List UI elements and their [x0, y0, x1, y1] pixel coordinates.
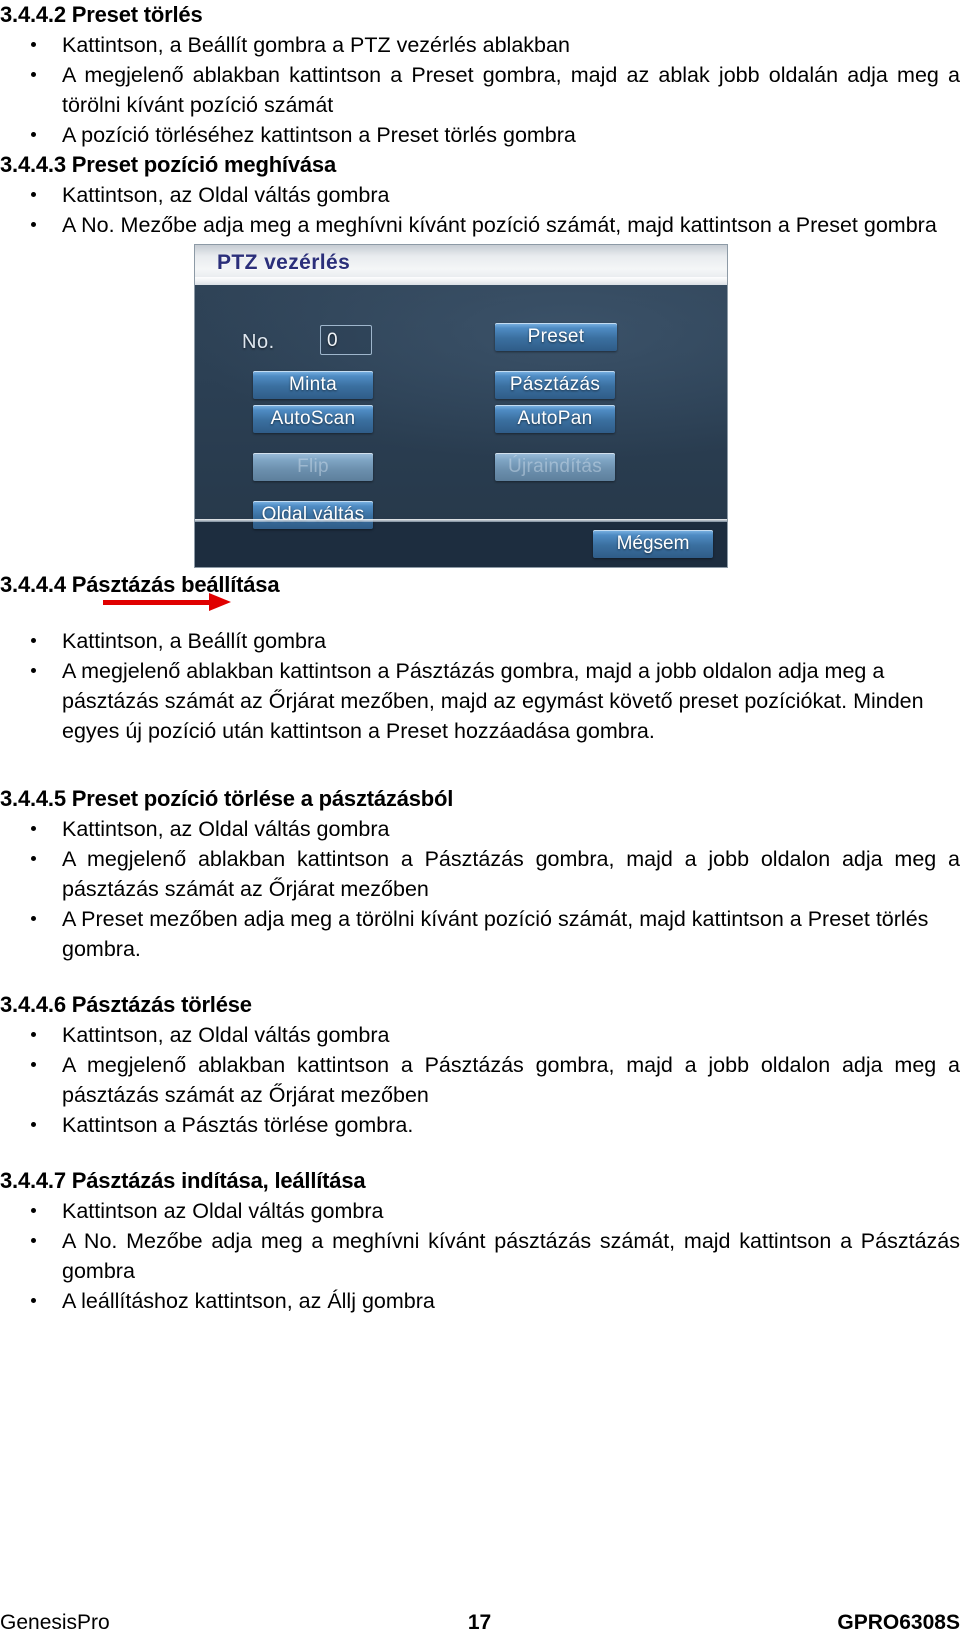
arrow-head [209, 593, 231, 611]
arrow-shaft [103, 600, 211, 605]
autopan-button[interactable]: AutoPan [495, 405, 615, 433]
bullet-dot-icon [31, 638, 36, 643]
list-item-text: Kattintson, a Beállít gombra a PTZ vezér… [62, 33, 570, 57]
list-item-text: A leállításhoz kattintson, az Állj gombr… [62, 1289, 435, 1313]
list-item: A pozíció törléséhez kattintson a Preset… [0, 120, 960, 150]
bullet-dot-icon [31, 668, 36, 673]
autoscan-button[interactable]: AutoScan [253, 405, 373, 433]
list-item-text: A megjelenő ablakban kattintson a Pásztá… [62, 659, 924, 743]
bullet-dot-icon [31, 72, 36, 77]
list-item: Kattintson a Pásztás törlése gombra. [0, 1110, 960, 1140]
section-heading-3-4-4-6: 3.4.4.6 Pásztázás törlése [0, 992, 252, 1017]
list-item: Kattintson, az Oldal váltás gombra [0, 180, 960, 210]
list-item-text: A No. Mezőbe adja meg a meghívni kívánt … [62, 1229, 960, 1283]
list-item-text: Kattintson a Pásztás törlése gombra. [62, 1113, 414, 1137]
footer-left-text: GenesisPro [0, 1611, 110, 1634]
page-footer: GenesisPro 17 GPRO6308S [0, 1611, 960, 1635]
pasztazas-button[interactable]: Pásztázás [495, 371, 615, 399]
list-item-text: Kattintson, az Oldal váltás gombra [62, 1023, 390, 1047]
bullet-dot-icon [31, 1062, 36, 1067]
bullet-list-3-4-4-3: Kattintson, az Oldal váltás gombra A No.… [0, 180, 960, 240]
bullet-dot-icon [31, 42, 36, 47]
bullet-dot-icon [31, 132, 36, 137]
bullet-list-3-4-4-7: Kattintson az Oldal váltás gombra A No. … [0, 1196, 960, 1316]
bullet-dot-icon [31, 1208, 36, 1213]
list-item: A megjelenő ablakban kattintson a Pásztá… [0, 1050, 960, 1110]
list-item: Kattintson, az Oldal váltás gombra [0, 1020, 960, 1050]
list-item: Kattintson, a Beállít gombra a PTZ vezér… [0, 30, 960, 60]
list-item-text: A No. Mezőbe adja meg a meghívni kívánt … [62, 213, 937, 237]
list-item: A megjelenő ablakban kattintson a Preset… [0, 60, 960, 120]
bullet-dot-icon [31, 916, 36, 921]
list-item: A leállításhoz kattintson, az Állj gombr… [0, 1286, 960, 1316]
list-item: Kattintson az Oldal váltás gombra [0, 1196, 960, 1226]
titlebar-sheen [195, 277, 727, 285]
list-item: A No. Mezőbe adja meg a meghívni kívánt … [0, 210, 960, 240]
list-item: A Preset mezőben adja meg a törölni kívá… [0, 904, 960, 964]
flip-button: Flip [253, 453, 373, 481]
bullet-dot-icon [31, 826, 36, 831]
bullet-dot-icon [31, 1122, 36, 1127]
section-heading-3-4-4-3: 3.4.4.3 Preset pozíció meghívása [0, 152, 336, 177]
figure-ptz-control-dialog: PTZ vezérlés No. 0 Preset Minta Pásztázá… [0, 240, 960, 611]
bullet-dot-icon [31, 222, 36, 227]
ujrainditas-button: Újraindítás [495, 453, 615, 481]
list-item-text: A Preset mezőben adja meg a törölni kívá… [62, 907, 929, 961]
footer-right-text: GPRO6308S [837, 1611, 960, 1634]
section-heading-3-4-4-2: 3.4.4.2 Preset törlés [0, 2, 203, 27]
preset-button[interactable]: Preset [495, 323, 617, 351]
ptz-dialog-title: PTZ vezérlés [217, 251, 351, 274]
ptz-dialog-window: PTZ vezérlés No. 0 Preset Minta Pásztázá… [195, 245, 727, 567]
list-item: Kattintson, az Oldal váltás gombra [0, 814, 960, 844]
annotation-arrow-icon [103, 593, 231, 611]
footer-page-number: 17 [467, 1611, 492, 1634]
list-item: Kattintson, a Beállít gombra [0, 626, 960, 656]
ptz-dialog-footer: Mégsem [195, 522, 727, 567]
section-heading-3-4-4-7: 3.4.4.7 Pásztázás indítása, leállítása [0, 1168, 366, 1193]
list-item-text: A megjelenő ablakban kattintson a Pásztá… [62, 847, 960, 901]
list-item-text: Kattintson, az Oldal váltás gombra [62, 183, 390, 207]
bullet-list-3-4-4-5: Kattintson, az Oldal váltás gombra A meg… [0, 814, 960, 964]
section-heading-3-4-4-5: 3.4.4.5 Preset pozíció törlése a pásztáz… [0, 786, 454, 811]
bullet-list-3-4-4-2: Kattintson, a Beállít gombra a PTZ vezér… [0, 30, 960, 150]
list-item-text: A pozíció törléséhez kattintson a Preset… [62, 123, 576, 147]
list-item-text: Kattintson az Oldal váltás gombra [62, 1199, 384, 1223]
megsem-button[interactable]: Mégsem [593, 530, 713, 558]
list-item-text: Kattintson, az Oldal váltás gombra [62, 817, 390, 841]
bullet-dot-icon [31, 856, 36, 861]
bullet-dot-icon [31, 1238, 36, 1243]
minta-button[interactable]: Minta [253, 371, 373, 399]
list-item-text: Kattintson, a Beállít gombra [62, 629, 327, 653]
bullet-dot-icon [31, 1032, 36, 1037]
list-item: A megjelenő ablakban kattintson a Pásztá… [0, 656, 960, 746]
list-item-text: A megjelenő ablakban kattintson a Preset… [62, 63, 960, 117]
bullet-list-3-4-4-4: Kattintson, a Beállít gombra A megjelenő… [0, 626, 960, 746]
list-item-text: A megjelenő ablakban kattintson a Pásztá… [62, 1053, 960, 1107]
list-item: A megjelenő ablakban kattintson a Pásztá… [0, 844, 960, 904]
bullet-list-3-4-4-6: Kattintson, az Oldal váltás gombra A meg… [0, 1020, 960, 1140]
bullet-dot-icon [31, 192, 36, 197]
no-input[interactable]: 0 [320, 325, 372, 355]
list-item: A No. Mezőbe adja meg a meghívni kívánt … [0, 1226, 960, 1286]
bullet-dot-icon [31, 1298, 36, 1303]
section-heading-3-4-4-4: 3.4.4.4 Pásztázás beállítása [0, 572, 280, 597]
document-page: 3.4.4.2 Preset törlés Kattintson, a Beál… [0, 0, 960, 1643]
ptz-dialog-body: No. 0 Preset Minta Pásztázás AutoScan Au… [195, 285, 727, 529]
ptz-dialog-titlebar: PTZ vezérlés [195, 245, 727, 285]
no-field-label: No. [242, 331, 275, 353]
